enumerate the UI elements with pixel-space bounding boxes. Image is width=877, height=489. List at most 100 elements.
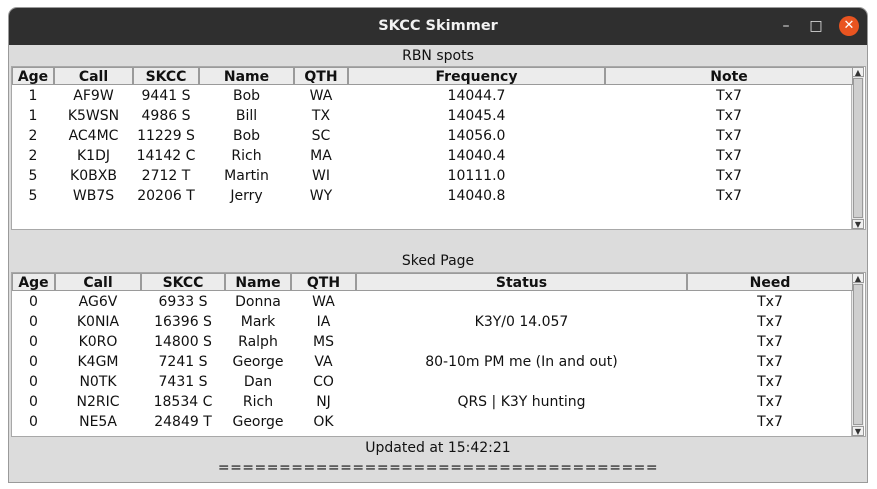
sked-scroll-thumb[interactable] bbox=[853, 284, 863, 425]
sked-cell-need[interactable]: Tx7 bbox=[687, 392, 853, 412]
rbn-cell-age[interactable]: 2 bbox=[12, 146, 54, 166]
sked-cell-qth[interactable]: VA bbox=[291, 352, 356, 372]
sked-cell-call[interactable]: NE5A bbox=[55, 412, 141, 432]
sked-cell-call[interactable]: K0NIA bbox=[55, 312, 141, 332]
sked-cell-status[interactable] bbox=[356, 332, 687, 352]
sked-cell-call[interactable]: N0TK bbox=[55, 372, 141, 392]
rbn-scroll-up-icon[interactable]: ▲ bbox=[852, 67, 864, 77]
rbn-cell-qth[interactable]: WI bbox=[294, 166, 348, 186]
maximize-button[interactable]: □ bbox=[806, 16, 826, 36]
sked-header-status[interactable]: Status bbox=[356, 273, 687, 291]
sked-cell-age[interactable]: 0 bbox=[12, 292, 55, 312]
rbn-cell-age[interactable]: 5 bbox=[12, 166, 54, 186]
sked-scroll-down-icon[interactable]: ▼ bbox=[852, 426, 864, 436]
sked-header-need[interactable]: Need bbox=[687, 273, 853, 291]
sked-cell-age[interactable]: 0 bbox=[12, 312, 55, 332]
sked-cell-skcc[interactable]: 6933 S bbox=[141, 292, 225, 312]
rbn-cell-note[interactable]: Tx7 bbox=[605, 126, 853, 146]
rbn-cell-qth[interactable]: WY bbox=[294, 186, 348, 206]
sked-cell-name[interactable]: Mark bbox=[225, 312, 291, 332]
rbn-cell-frequency[interactable]: 14045.4 bbox=[348, 106, 605, 126]
rbn-cell-age[interactable]: 1 bbox=[12, 106, 54, 126]
sked-cell-status[interactable]: QRS | K3Y hunting bbox=[356, 392, 687, 412]
rbn-cell-note[interactable]: Tx7 bbox=[605, 166, 853, 186]
rbn-cell-frequency[interactable]: 14040.8 bbox=[348, 186, 605, 206]
rbn-cell-call[interactable]: K0BXB bbox=[54, 166, 133, 186]
rbn-cell-skcc[interactable]: 20206 T bbox=[133, 186, 199, 206]
rbn-cell-frequency[interactable]: 14056.0 bbox=[348, 126, 605, 146]
rbn-cell-skcc[interactable]: 9441 S bbox=[133, 86, 199, 106]
sked-cell-age[interactable]: 0 bbox=[12, 352, 55, 372]
rbn-spots-table[interactable]: ▲ ▼ Age Call SKCC Name QTH Frequency Note 1 AF9W… bbox=[11, 66, 866, 230]
rbn-header-note[interactable]: Note bbox=[605, 67, 853, 85]
rbn-cell-name[interactable]: Martin bbox=[199, 166, 294, 186]
rbn-cell-name[interactable]: Bob bbox=[199, 126, 294, 146]
rbn-cell-qth[interactable]: WA bbox=[294, 86, 348, 106]
sked-cell-name[interactable]: Rich bbox=[225, 392, 291, 412]
rbn-cell-call[interactable]: K5WSN bbox=[54, 106, 133, 126]
sked-cell-qth[interactable]: IA bbox=[291, 312, 356, 332]
rbn-header-name[interactable]: Name bbox=[199, 67, 294, 85]
rbn-header-age[interactable]: Age bbox=[12, 67, 54, 85]
rbn-cell-name[interactable]: Bob bbox=[199, 86, 294, 106]
rbn-header-frequency[interactable]: Frequency bbox=[348, 67, 605, 85]
sked-cell-need[interactable]: Tx7 bbox=[687, 312, 853, 332]
sked-cell-call[interactable]: K0RO bbox=[55, 332, 141, 352]
sked-cell-qth[interactable]: NJ bbox=[291, 392, 356, 412]
sked-cell-skcc[interactable]: 7431 S bbox=[141, 372, 225, 392]
sked-cell-name[interactable]: George bbox=[225, 412, 291, 432]
rbn-cell-skcc[interactable]: 14142 C bbox=[133, 146, 199, 166]
sked-cell-name[interactable]: Dan bbox=[225, 372, 291, 392]
sked-cell-status[interactable]: K3Y/0 14.057 bbox=[356, 312, 687, 332]
rbn-scroll-thumb[interactable] bbox=[853, 78, 863, 218]
rbn-header-qth[interactable]: QTH bbox=[294, 67, 348, 85]
rbn-cell-qth[interactable]: SC bbox=[294, 126, 348, 146]
rbn-cell-skcc[interactable]: 11229 S bbox=[133, 126, 199, 146]
rbn-cell-call[interactable]: WB7S bbox=[54, 186, 133, 206]
sked-cell-skcc[interactable]: 18534 C bbox=[141, 392, 225, 412]
rbn-cell-name[interactable]: Rich bbox=[199, 146, 294, 166]
sked-cell-need[interactable]: Tx7 bbox=[687, 352, 853, 372]
sked-cell-qth[interactable]: WA bbox=[291, 292, 356, 312]
sked-cell-status[interactable]: 80-10m PM me (In and out) bbox=[356, 352, 687, 372]
sked-cell-skcc[interactable]: 16396 S bbox=[141, 312, 225, 332]
sked-cell-age[interactable]: 0 bbox=[12, 412, 55, 432]
rbn-cell-note[interactable]: Tx7 bbox=[605, 106, 853, 126]
rbn-cell-note[interactable]: Tx7 bbox=[605, 186, 853, 206]
rbn-cell-name[interactable]: Bill bbox=[199, 106, 294, 126]
sked-cell-call[interactable]: N2RIC bbox=[55, 392, 141, 412]
rbn-cell-qth[interactable]: TX bbox=[294, 106, 348, 126]
rbn-cell-name[interactable]: Jerry bbox=[199, 186, 294, 206]
rbn-cell-frequency[interactable]: 14040.4 bbox=[348, 146, 605, 166]
sked-header-call[interactable]: Call bbox=[55, 273, 141, 291]
sked-page-table[interactable]: ▲ ▼ Age Call SKCC Name QTH Status Need 0 AG6V 693… bbox=[11, 272, 866, 437]
sked-cell-call[interactable]: K4GM bbox=[55, 352, 141, 372]
rbn-cell-age[interactable]: 5 bbox=[12, 186, 54, 206]
sked-cell-skcc[interactable]: 7241 S bbox=[141, 352, 225, 372]
sked-cell-age[interactable]: 0 bbox=[12, 332, 55, 352]
sked-cell-age[interactable]: 0 bbox=[12, 372, 55, 392]
sked-cell-age[interactable]: 0 bbox=[12, 392, 55, 412]
sked-cell-name[interactable]: Ralph bbox=[225, 332, 291, 352]
rbn-cell-note[interactable]: Tx7 bbox=[605, 86, 853, 106]
sked-cell-qth[interactable]: OK bbox=[291, 412, 356, 432]
sked-header-qth[interactable]: QTH bbox=[291, 273, 356, 291]
rbn-cell-note[interactable]: Tx7 bbox=[605, 146, 853, 166]
rbn-cell-frequency[interactable]: 10111.0 bbox=[348, 166, 605, 186]
sked-header-age[interactable]: Age bbox=[12, 273, 55, 291]
sked-cell-need[interactable]: Tx7 bbox=[687, 332, 853, 352]
rbn-cell-skcc[interactable]: 2712 T bbox=[133, 166, 199, 186]
sked-cell-name[interactable]: Donna bbox=[225, 292, 291, 312]
rbn-scroll-down-icon[interactable]: ▼ bbox=[852, 219, 864, 229]
sked-cell-name[interactable]: George bbox=[225, 352, 291, 372]
sked-cell-status[interactable] bbox=[356, 412, 687, 432]
rbn-cell-call[interactable]: AC4MC bbox=[54, 126, 133, 146]
sked-cell-skcc[interactable]: 24849 T bbox=[141, 412, 225, 432]
sked-cell-status[interactable] bbox=[356, 372, 687, 392]
rbn-cell-call[interactable]: AF9W bbox=[54, 86, 133, 106]
rbn-cell-qth[interactable]: MA bbox=[294, 146, 348, 166]
rbn-cell-frequency[interactable]: 14044.7 bbox=[348, 86, 605, 106]
sked-cell-need[interactable]: Tx7 bbox=[687, 292, 853, 312]
sked-header-name[interactable]: Name bbox=[225, 273, 291, 291]
sked-scroll-up-icon[interactable]: ▲ bbox=[852, 273, 864, 283]
